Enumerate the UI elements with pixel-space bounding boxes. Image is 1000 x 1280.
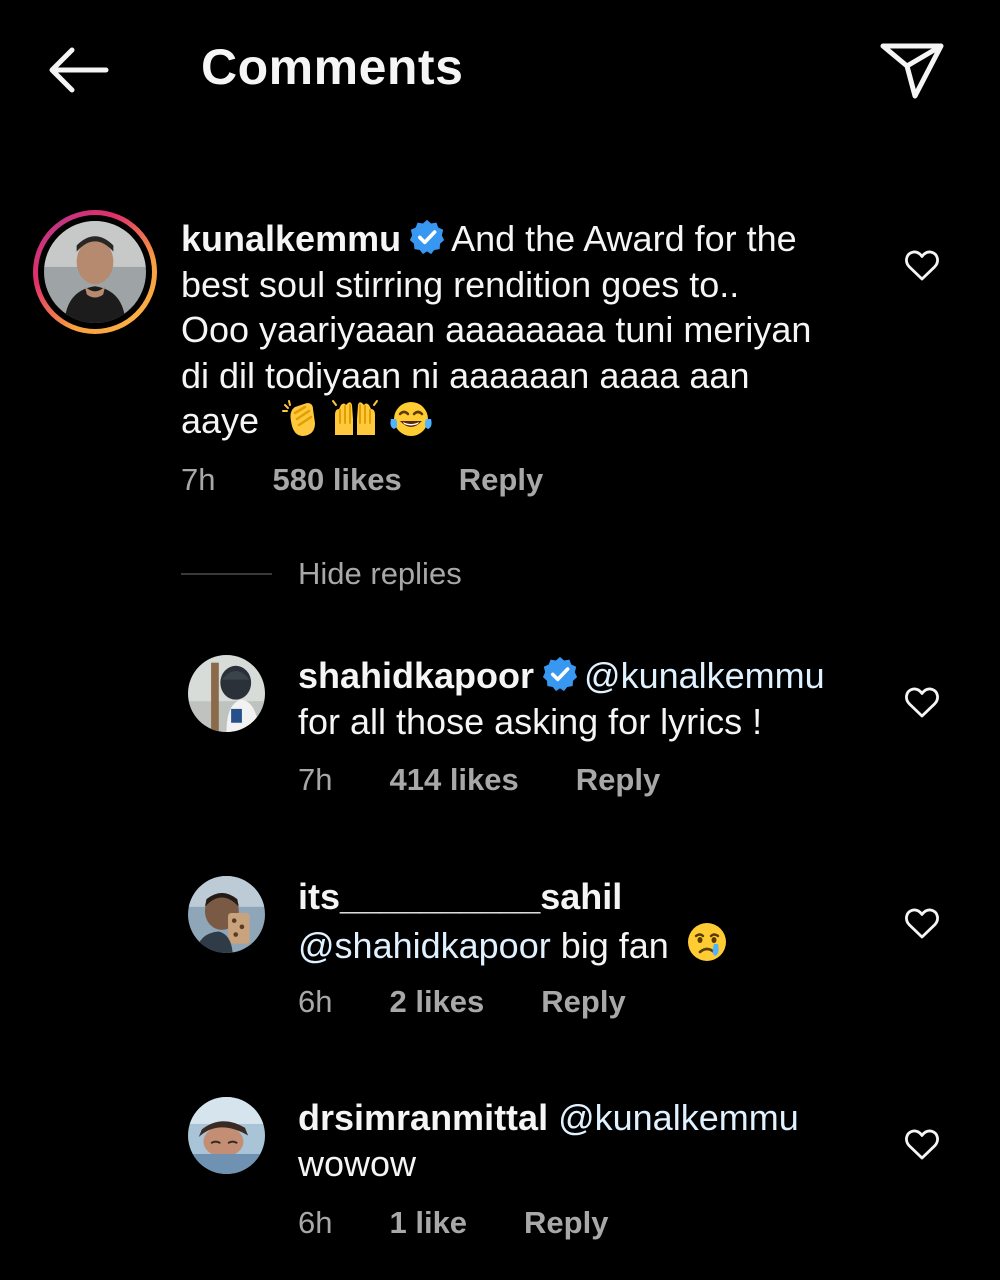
reply-time: 7h <box>298 762 333 797</box>
comment-body-line2: best soul stirring rendition goes to.. <box>181 263 740 305</box>
comment-body-line4: di dil todiyaan ni aaaaaan aaaa aan <box>181 354 750 396</box>
reply-meta: 6h 1 like Reply <box>298 1205 608 1241</box>
reply-username[interactable]: drsimranmittal <box>298 1097 548 1138</box>
comment-main: kunalkemmu And the Award for the best sou… <box>0 0 1000 530</box>
heart-icon <box>905 1129 939 1160</box>
mention-link[interactable]: @kunalkemmu <box>584 655 825 696</box>
avatar[interactable] <box>188 1097 265 1174</box>
heart-icon <box>905 250 939 281</box>
reply-meta: 7h 414 likes Reply <box>298 762 660 798</box>
reply-button[interactable]: Reply <box>541 984 625 1020</box>
comment-meta: 7h 580 likes Reply <box>181 462 543 498</box>
like-button[interactable] <box>902 683 942 723</box>
clapping-hands-emoji <box>281 399 321 450</box>
reply-username[interactable]: shahidkapoor <box>298 655 534 696</box>
reply-button[interactable]: Reply <box>524 1205 608 1241</box>
reply-likes[interactable]: 414 likes <box>389 762 518 798</box>
comment-time: 7h <box>181 462 216 497</box>
comment-body-line1: And the Award for the <box>451 218 797 259</box>
comment-body-line3: Ooo yaariyaaan aaaaaaaa tuni meriyan <box>181 309 812 350</box>
reply-username[interactable]: its__________sahil <box>298 876 622 917</box>
like-button[interactable] <box>902 1125 942 1165</box>
reply-time: 6h <box>298 984 333 1019</box>
avatar[interactable] <box>188 655 265 732</box>
hide-replies-toggle[interactable]: Hide replies <box>181 556 462 592</box>
raising-hands-emoji <box>331 399 379 450</box>
verified-badge-icon <box>542 656 578 692</box>
reply-body: wowow <box>298 1142 417 1184</box>
heart-icon <box>905 908 939 939</box>
verified-badge-icon <box>409 219 445 255</box>
reply-likes[interactable]: 2 likes <box>389 984 484 1020</box>
avatar-story-ring[interactable] <box>33 210 157 334</box>
crying-face-emoji <box>685 920 729 975</box>
reply-likes[interactable]: 1 like <box>389 1205 467 1241</box>
like-button[interactable] <box>902 904 942 944</box>
hide-replies-label: Hide replies <box>298 556 462 591</box>
mention-link[interactable]: @shahidkapoor <box>298 925 551 966</box>
comment-username[interactable]: kunalkemmu <box>181 218 401 259</box>
reply-button[interactable]: Reply <box>459 462 543 498</box>
reply-body: for all those asking for lyrics ! <box>298 700 763 742</box>
reply-time: 6h <box>298 1205 333 1240</box>
comment-likes[interactable]: 580 likes <box>272 462 401 498</box>
avatar <box>44 221 146 323</box>
divider <box>181 573 272 575</box>
reply-meta: 6h 2 likes Reply <box>298 984 626 1020</box>
reply-text: drsimranmittal @kunalkemmu wowow <box>298 1095 888 1186</box>
avatar[interactable] <box>188 876 265 953</box>
mention-link[interactable]: @kunalkemmu <box>558 1097 799 1138</box>
reply-text: shahidkapoor @kunalkemmu for all those as… <box>298 653 888 744</box>
like-button[interactable] <box>902 246 942 286</box>
comment-text: kunalkemmu And the Award for the best sou… <box>181 216 881 450</box>
reply-text: its__________sahil @shahidkapoor big fan <box>298 874 888 974</box>
reply-body: big fan <box>560 924 669 966</box>
heart-icon <box>905 687 939 718</box>
reply-button[interactable]: Reply <box>576 762 660 798</box>
comment-body-line5: aaye <box>181 400 260 441</box>
tears-of-joy-emoji <box>389 399 433 450</box>
